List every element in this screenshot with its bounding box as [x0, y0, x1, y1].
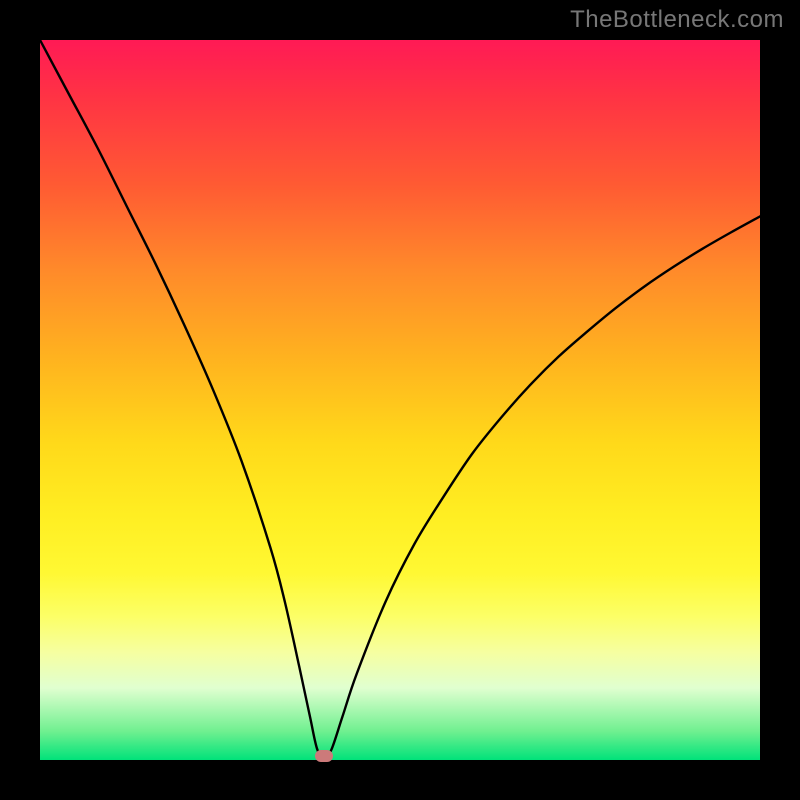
plot-area — [40, 40, 760, 760]
watermark-text: TheBottleneck.com — [570, 6, 784, 34]
chart-frame: TheBottleneck.com — [0, 0, 800, 800]
optimum-marker — [315, 750, 333, 762]
bottleneck-curve — [40, 40, 760, 760]
